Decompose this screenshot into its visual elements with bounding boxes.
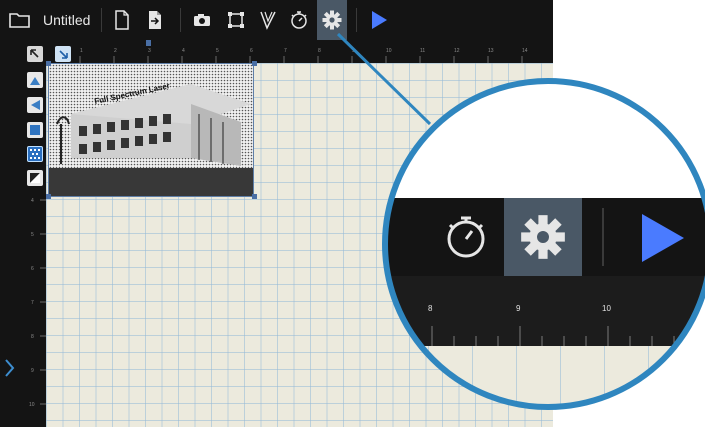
import-icon[interactable] — [143, 0, 167, 40]
square-tool-button[interactable] — [27, 122, 43, 138]
document-title[interactable]: Untitled — [43, 12, 90, 28]
play-button[interactable] — [364, 0, 394, 40]
vector-icon[interactable] — [256, 0, 280, 40]
toolbar-divider — [356, 8, 357, 32]
frame-icon[interactable] — [223, 0, 249, 40]
play-icon — [372, 11, 387, 29]
ruler-label: 4 — [182, 48, 185, 54]
top-toolbar: Untitled — [0, 0, 553, 40]
ruler-label: 9 — [31, 368, 34, 374]
ruler-label: 11 — [420, 48, 426, 54]
resize-handle[interactable] — [46, 61, 51, 66]
top-ruler: 1 2 3 4 5 6 7 8 9 10 11 12 13 14 — [22, 40, 553, 63]
ruler-label: 9 — [352, 48, 355, 54]
ruler-label: 5 — [216, 48, 219, 54]
settings-button[interactable] — [317, 0, 347, 40]
ruler-label: 10 — [29, 402, 35, 408]
align-top-left-button[interactable] — [27, 46, 43, 62]
left-ruler: 4 5 6 7 8 9 10 — [22, 63, 46, 427]
contrast-tool-button[interactable] — [27, 170, 43, 186]
gear-icon — [322, 10, 342, 30]
expand-chevron-icon[interactable] — [4, 358, 16, 378]
ruler-label: 10 — [386, 48, 392, 54]
mountain-icon — [30, 77, 40, 85]
align-top-right-icon — [59, 50, 68, 59]
square-icon — [30, 125, 40, 135]
dither-tool-button[interactable] — [27, 146, 43, 162]
mountain-tool-button[interactable] — [27, 72, 43, 88]
ruler-label: 14 — [522, 48, 528, 54]
ruler-label: 2 — [114, 48, 117, 54]
align-top-right-button[interactable] — [55, 46, 71, 62]
left-sidebar — [0, 40, 22, 427]
contrast-icon — [30, 173, 40, 183]
dither-icon — [30, 149, 40, 159]
ruler-label: 1 — [80, 48, 83, 54]
ruler-label: 6 — [250, 48, 253, 54]
zoom-ring — [382, 78, 705, 410]
ruler-label: 3 — [148, 48, 151, 54]
timer-icon[interactable] — [286, 0, 312, 40]
new-file-icon[interactable] — [110, 0, 134, 40]
ruler-label: 5 — [31, 232, 34, 238]
ruler-label: 12 — [454, 48, 460, 54]
toolbar-divider — [180, 8, 181, 32]
ruler-label: 8 — [318, 48, 321, 54]
camera-icon[interactable] — [190, 0, 214, 40]
building-photo: Full Spectrum Laser — [49, 64, 253, 196]
ruler-label: 7 — [284, 48, 287, 54]
toolbar-divider — [101, 8, 102, 32]
resize-handle[interactable] — [252, 61, 257, 66]
engraving-image[interactable]: Full Spectrum Laser — [48, 63, 254, 197]
ruler-label: 6 — [31, 266, 34, 272]
align-top-left-icon — [30, 49, 39, 58]
folder-icon[interactable] — [6, 0, 34, 40]
ruler-label: 4 — [31, 198, 34, 204]
ruler-label: 13 — [488, 48, 494, 54]
laser-app-window: Untitled 1 2 3 4 5 6 7 8 9 10 11 12 13 1… — [0, 0, 705, 427]
resize-handle[interactable] — [46, 194, 51, 199]
arrow-left-icon — [31, 100, 40, 110]
resize-handle[interactable] — [252, 194, 257, 199]
ruler-label: 8 — [31, 334, 34, 340]
ruler-label: 7 — [31, 300, 34, 306]
arrow-left-tool-button[interactable] — [27, 97, 43, 113]
